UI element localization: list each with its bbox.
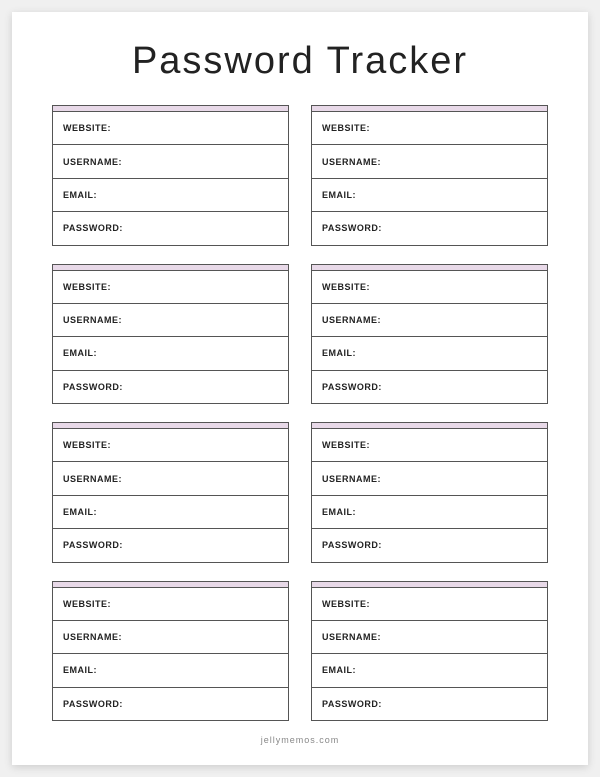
email-row[interactable]: EMAIL:	[53, 337, 288, 370]
email-row[interactable]: EMAIL:	[312, 337, 547, 370]
website-label: WEBSITE:	[322, 440, 370, 450]
email-label: EMAIL:	[63, 507, 97, 517]
username-label: USERNAME:	[63, 157, 122, 167]
website-row[interactable]: WEBSITE:	[312, 112, 547, 145]
username-row[interactable]: USERNAME:	[53, 621, 288, 654]
username-label: USERNAME:	[63, 315, 122, 325]
website-label: WEBSITE:	[322, 123, 370, 133]
password-label: PASSWORD:	[322, 382, 382, 392]
password-label: PASSWORD:	[322, 223, 382, 233]
password-row[interactable]: PASSWORD:	[53, 212, 288, 244]
email-row[interactable]: EMAIL:	[53, 496, 288, 529]
website-row[interactable]: WEBSITE:	[53, 588, 288, 621]
footer-credit: jellymemos.com	[52, 735, 548, 745]
password-row[interactable]: PASSWORD:	[53, 688, 288, 720]
password-row[interactable]: PASSWORD:	[312, 371, 547, 403]
page-title: Password Tracker	[52, 40, 548, 83]
password-row[interactable]: PASSWORD:	[312, 688, 547, 720]
username-row[interactable]: USERNAME:	[312, 145, 547, 178]
website-label: WEBSITE:	[63, 599, 111, 609]
email-label: EMAIL:	[63, 665, 97, 675]
password-label: PASSWORD:	[63, 223, 123, 233]
password-label: PASSWORD:	[322, 699, 382, 709]
website-label: WEBSITE:	[63, 282, 111, 292]
username-row[interactable]: USERNAME:	[312, 462, 547, 495]
email-row[interactable]: EMAIL:	[312, 654, 547, 687]
email-label: EMAIL:	[322, 348, 356, 358]
password-label: PASSWORD:	[63, 540, 123, 550]
email-label: EMAIL:	[322, 190, 356, 200]
website-label: WEBSITE:	[63, 440, 111, 450]
entry-card: WEBSITE: USERNAME: EMAIL: PASSWORD:	[311, 264, 548, 405]
email-label: EMAIL:	[63, 348, 97, 358]
password-label: PASSWORD:	[63, 382, 123, 392]
username-row[interactable]: USERNAME:	[53, 145, 288, 178]
password-row[interactable]: PASSWORD:	[53, 529, 288, 561]
email-label: EMAIL:	[322, 507, 356, 517]
password-row[interactable]: PASSWORD:	[53, 371, 288, 403]
entry-card: WEBSITE: USERNAME: EMAIL: PASSWORD:	[311, 581, 548, 722]
website-row[interactable]: WEBSITE:	[53, 429, 288, 462]
username-label: USERNAME:	[322, 474, 381, 484]
website-row[interactable]: WEBSITE:	[312, 429, 547, 462]
entry-card: WEBSITE: USERNAME: EMAIL: PASSWORD:	[311, 105, 548, 246]
password-row[interactable]: PASSWORD:	[312, 212, 547, 244]
entry-card: WEBSITE: USERNAME: EMAIL: PASSWORD:	[52, 581, 289, 722]
email-row[interactable]: EMAIL:	[53, 179, 288, 212]
username-label: USERNAME:	[63, 632, 122, 642]
website-row[interactable]: WEBSITE:	[312, 588, 547, 621]
website-label: WEBSITE:	[63, 123, 111, 133]
password-row[interactable]: PASSWORD:	[312, 529, 547, 561]
entry-card: WEBSITE: USERNAME: EMAIL: PASSWORD:	[52, 422, 289, 563]
email-row[interactable]: EMAIL:	[312, 179, 547, 212]
page-container: Password Tracker WEBSITE: USERNAME: EMAI…	[12, 12, 588, 765]
username-label: USERNAME:	[322, 157, 381, 167]
password-label: PASSWORD:	[322, 540, 382, 550]
username-row[interactable]: USERNAME:	[53, 304, 288, 337]
entry-card: WEBSITE: USERNAME: EMAIL: PASSWORD:	[311, 422, 548, 563]
username-row[interactable]: USERNAME:	[53, 462, 288, 495]
email-label: EMAIL:	[322, 665, 356, 675]
website-label: WEBSITE:	[322, 599, 370, 609]
entry-card: WEBSITE: USERNAME: EMAIL: PASSWORD:	[52, 105, 289, 246]
email-row[interactable]: EMAIL:	[312, 496, 547, 529]
email-label: EMAIL:	[63, 190, 97, 200]
email-row[interactable]: EMAIL:	[53, 654, 288, 687]
username-label: USERNAME:	[63, 474, 122, 484]
website-label: WEBSITE:	[322, 282, 370, 292]
entry-card: WEBSITE: USERNAME: EMAIL: PASSWORD:	[52, 264, 289, 405]
username-row[interactable]: USERNAME:	[312, 304, 547, 337]
username-row[interactable]: USERNAME:	[312, 621, 547, 654]
website-row[interactable]: WEBSITE:	[53, 112, 288, 145]
username-label: USERNAME:	[322, 632, 381, 642]
cards-grid: WEBSITE: USERNAME: EMAIL: PASSWORD: WEBS…	[52, 105, 548, 721]
password-label: PASSWORD:	[63, 699, 123, 709]
website-row[interactable]: WEBSITE:	[312, 271, 547, 304]
website-row[interactable]: WEBSITE:	[53, 271, 288, 304]
username-label: USERNAME:	[322, 315, 381, 325]
